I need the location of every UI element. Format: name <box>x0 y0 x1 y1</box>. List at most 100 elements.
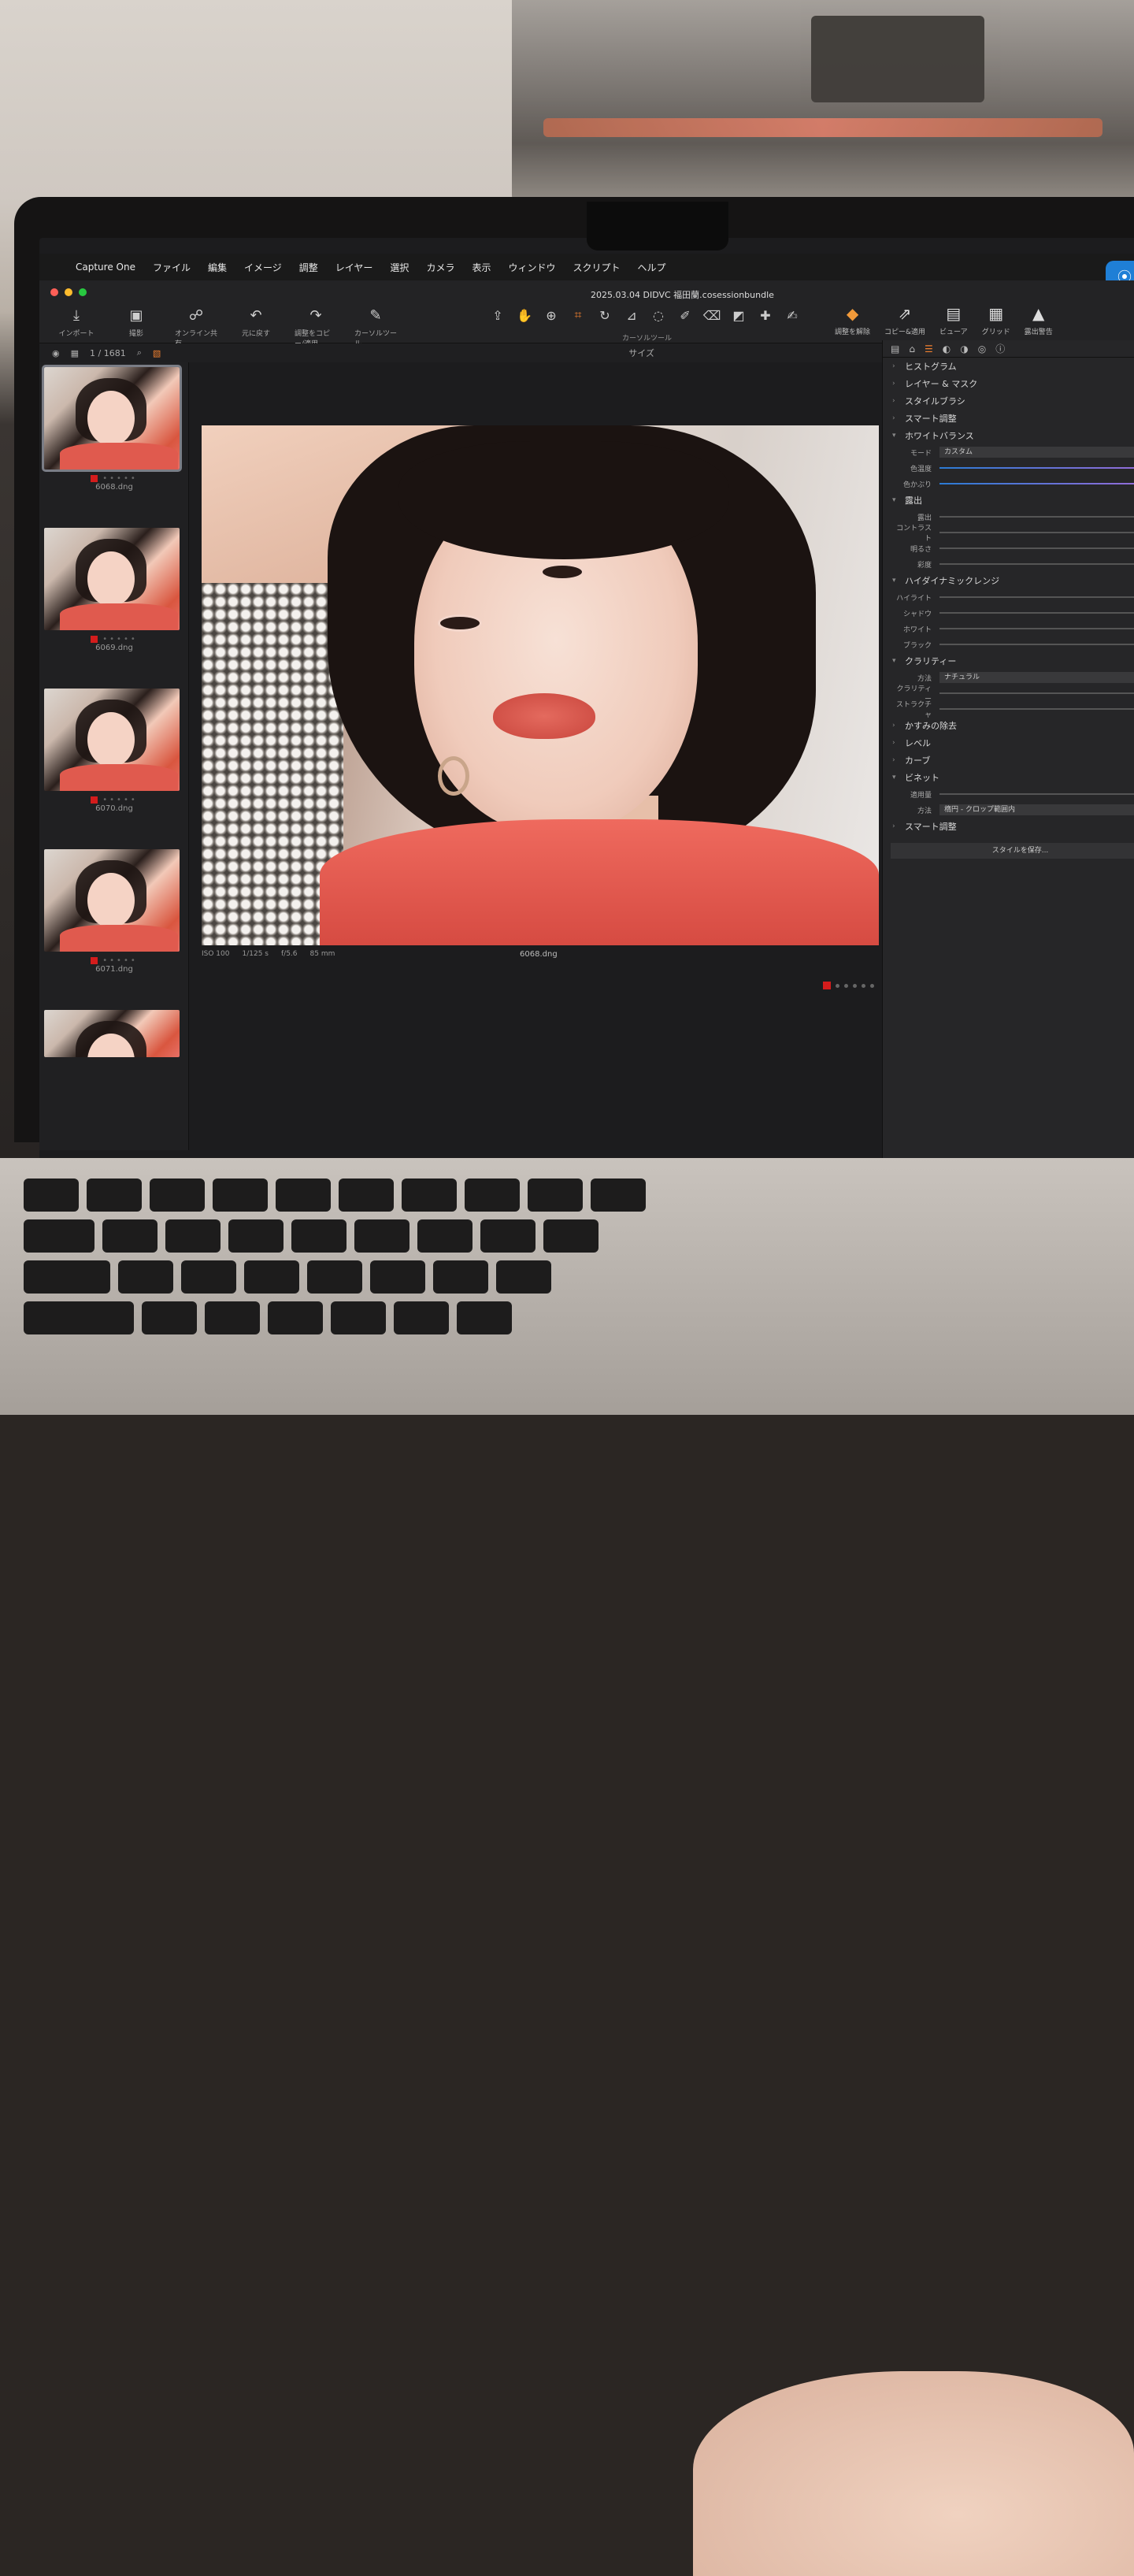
tab-capture-icon[interactable]: ⌂ <box>909 343 915 354</box>
key[interactable] <box>394 1301 449 1334</box>
key[interactable] <box>433 1260 488 1294</box>
key[interactable] <box>591 1179 646 1212</box>
tab-library-icon[interactable]: ▤ <box>891 343 899 354</box>
menu-script[interactable]: スクリプト <box>573 261 620 274</box>
crop-icon[interactable]: ⌗ <box>569 307 587 323</box>
menu-view[interactable]: 表示 <box>472 261 491 274</box>
menu-edit[interactable]: 編集 <box>208 261 227 274</box>
key[interactable] <box>24 1260 110 1294</box>
menu-adjust[interactable]: 調整 <box>299 261 318 274</box>
rating-star[interactable] <box>870 983 874 988</box>
thumbnail[interactable] <box>44 528 180 630</box>
tool-dropdown[interactable]: 楕円 - クロップ範囲内 <box>939 804 1134 815</box>
tool-section-header[interactable]: ▾ ビネット <box>883 769 1134 786</box>
eraser-icon[interactable]: ⌫ <box>702 308 721 323</box>
tool-slider[interactable] <box>939 628 1134 629</box>
key[interactable] <box>165 1219 220 1253</box>
red-tag-icon[interactable] <box>91 796 98 804</box>
menu-layer[interactable]: レイヤー <box>335 261 373 274</box>
key[interactable] <box>24 1179 79 1212</box>
key[interactable] <box>24 1301 134 1334</box>
rating-stars[interactable]: ••••• <box>102 635 138 644</box>
tool-slider[interactable] <box>939 612 1134 614</box>
key[interactable] <box>465 1179 520 1212</box>
red-tag-icon[interactable] <box>91 635 98 643</box>
key[interactable] <box>118 1260 173 1294</box>
menu-camera[interactable]: カメラ <box>426 261 454 274</box>
tool-dropdown[interactable]: ナチュラル <box>939 672 1134 683</box>
menu-help[interactable]: ヘルプ <box>638 261 666 274</box>
key[interactable] <box>291 1219 346 1253</box>
save-style-button[interactable]: スタイルを保存... <box>891 843 1134 859</box>
tool-section-header[interactable]: ▾ ハイダイナミックレンジ <box>883 572 1134 589</box>
share-button[interactable]: ☍オンライン共有 <box>175 307 217 348</box>
tab-color-icon[interactable]: ◐ <box>943 343 951 354</box>
thumbnail[interactable] <box>42 365 182 472</box>
grid-button[interactable]: ▦ グリッド <box>982 304 1010 336</box>
thumbnail[interactable] <box>44 1010 180 1057</box>
annotate-icon[interactable]: ✍ <box>783 308 802 323</box>
key[interactable] <box>480 1219 536 1253</box>
undo-button[interactable]: ↶ 元に戻す <box>235 307 277 348</box>
tool-slider[interactable] <box>939 547 1134 549</box>
menu-app[interactable]: Capture One <box>76 262 135 273</box>
tool-slider[interactable] <box>939 516 1134 518</box>
key[interactable] <box>228 1219 284 1253</box>
close-window-button[interactable] <box>50 288 58 296</box>
grid-view-icon[interactable]: ▦ <box>71 348 79 358</box>
key[interactable] <box>276 1179 331 1212</box>
key[interactable] <box>496 1260 551 1294</box>
menu-select[interactable]: 選択 <box>390 261 409 274</box>
red-tag-icon[interactable] <box>91 474 98 482</box>
menu-window[interactable]: ウィンドウ <box>508 261 555 274</box>
main-photo[interactable] <box>202 425 879 945</box>
rating-star[interactable] <box>844 983 848 988</box>
tool-slider[interactable] <box>939 692 1134 694</box>
tool-section-header[interactable]: › カーブ <box>883 752 1134 769</box>
cursor-tool-button[interactable]: ✎カーソルツール <box>354 307 397 348</box>
minimize-window-button[interactable] <box>65 288 72 296</box>
picker-icon[interactable]: ✚ <box>756 308 775 323</box>
zoom-window-button[interactable] <box>79 288 87 296</box>
spot-icon[interactable]: ◌ <box>649 308 668 323</box>
key[interactable] <box>370 1260 425 1294</box>
filter-icon[interactable]: ▧ <box>153 348 161 358</box>
rating-stars[interactable]: ••••• <box>102 956 138 965</box>
tool-section-header[interactable]: › スマート調整 <box>883 818 1134 835</box>
key[interactable] <box>181 1260 236 1294</box>
menu-image[interactable]: イメージ <box>244 261 282 274</box>
rating-stars[interactable]: ••••• <box>102 474 138 483</box>
key[interactable] <box>331 1301 386 1334</box>
brush-icon[interactable]: ✐ <box>676 308 695 323</box>
key[interactable] <box>142 1301 197 1334</box>
tool-section-header[interactable]: › ヒストグラム <box>883 358 1134 375</box>
key[interactable] <box>268 1301 323 1334</box>
keystone-icon[interactable]: ⊿ <box>622 308 641 323</box>
tool-section-header[interactable]: › スマート調整 <box>883 410 1134 427</box>
key[interactable] <box>244 1260 299 1294</box>
rating-stars[interactable]: ••••• <box>102 796 138 804</box>
tab-info-icon[interactable]: ⓘ <box>995 342 1005 355</box>
rating-star[interactable] <box>853 983 857 988</box>
tool-slider[interactable] <box>939 793 1134 795</box>
rating-star[interactable] <box>836 983 839 988</box>
tool-slider[interactable] <box>939 532 1134 533</box>
menu-file[interactable]: ファイル <box>153 261 191 274</box>
key[interactable] <box>87 1179 142 1212</box>
tool-slider[interactable] <box>939 563 1134 565</box>
key[interactable] <box>150 1179 205 1212</box>
key[interactable] <box>528 1179 583 1212</box>
thumbnail[interactable] <box>44 689 180 791</box>
pan-icon[interactable]: ✋ <box>515 308 534 323</box>
tool-section-header[interactable]: ▾ ホワイトバランス <box>883 427 1134 444</box>
search-icon[interactable]: ⌕ <box>137 347 142 358</box>
rotate-icon[interactable]: ↻ <box>595 308 614 323</box>
export-icon[interactable]: ⇪ <box>488 308 507 323</box>
tool-section-header[interactable]: › レベル <box>883 734 1134 752</box>
key[interactable] <box>339 1179 394 1212</box>
key[interactable] <box>213 1179 268 1212</box>
tool-slider[interactable] <box>939 596 1134 598</box>
red-tag-icon[interactable] <box>91 956 98 964</box>
tool-section-header[interactable]: › レイヤー & マスク <box>883 375 1134 392</box>
tool-section-header[interactable]: ▾ 露出 <box>883 492 1134 509</box>
